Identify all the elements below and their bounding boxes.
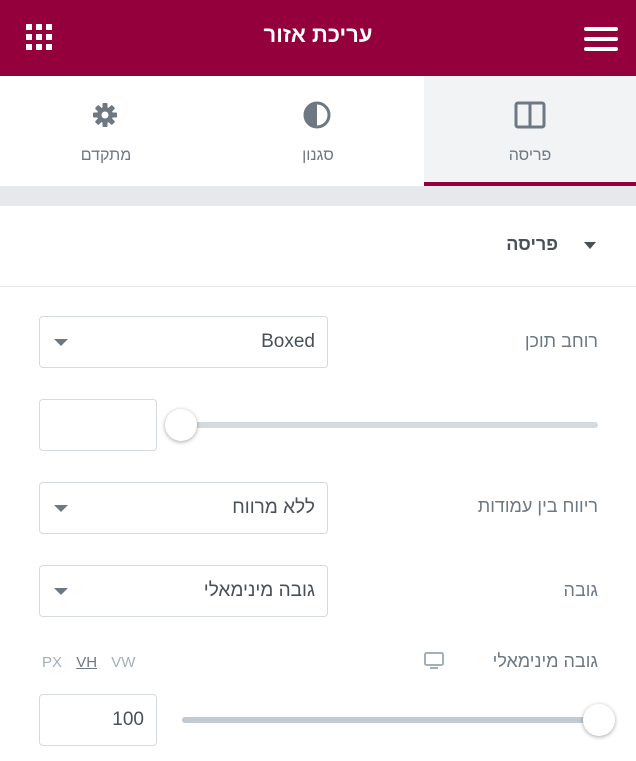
unit-switcher: PX VH VW	[42, 654, 145, 671]
section-title: פריסה	[506, 234, 558, 254]
content-width-select[interactable]: Boxed	[39, 316, 328, 368]
select-value: Boxed	[261, 331, 315, 352]
min-height-slider-thumb[interactable]	[583, 704, 615, 736]
min-height-label: גובה מינימאלי	[492, 651, 598, 671]
hamburger-menu-icon[interactable]	[584, 27, 618, 51]
unit-px[interactable]: PX	[42, 654, 62, 671]
tab-style[interactable]: סגנון	[212, 76, 424, 186]
min-height-number-input[interactable]: 100	[39, 694, 157, 746]
column-gap-select[interactable]: ללא מרווח	[39, 482, 328, 534]
unit-vh[interactable]: VH	[76, 654, 97, 671]
select-value: גובה מינימאלי	[203, 580, 315, 601]
tab-layout[interactable]: פריסה	[424, 76, 636, 186]
width-slider-thumb[interactable]	[165, 409, 197, 441]
width-number-input[interactable]	[39, 399, 157, 451]
caret-down-icon	[584, 242, 596, 249]
height-select[interactable]: גובה מינימאלי	[39, 565, 328, 617]
content-width-label: רוחב תוכן	[524, 331, 598, 351]
tab-label: פריסה	[508, 147, 552, 164]
tab-label: סגנון	[302, 147, 334, 164]
panel-title: עריכת אזור	[263, 22, 373, 47]
section-header-layout[interactable]: פריסה	[0, 206, 636, 287]
number-value: 100	[112, 709, 144, 730]
section-separator	[0, 186, 636, 206]
columns-icon	[514, 101, 546, 129]
unit-vw[interactable]: VW	[111, 654, 135, 671]
select-value: ללא מרווח	[232, 497, 315, 518]
panel-header: עריכת אזור	[0, 0, 636, 76]
editor-tabs: מתקדם סגנון פריסה	[0, 76, 636, 186]
gear-icon	[93, 103, 117, 127]
tab-label: מתקדם	[80, 147, 132, 164]
caret-down-icon	[54, 505, 68, 512]
desktop-monitor-icon[interactable]	[424, 652, 444, 670]
column-gap-label: ריווח בין עמודות	[477, 496, 598, 516]
min-height-slider-fill	[182, 717, 598, 723]
caret-down-icon	[54, 339, 68, 346]
min-height-slider-track[interactable]	[182, 717, 598, 723]
width-slider-track[interactable]	[182, 422, 598, 428]
contrast-icon	[303, 101, 331, 129]
tab-advanced[interactable]: מתקדם	[0, 76, 212, 186]
height-label: גובה	[563, 580, 598, 600]
caret-down-icon	[54, 588, 68, 595]
